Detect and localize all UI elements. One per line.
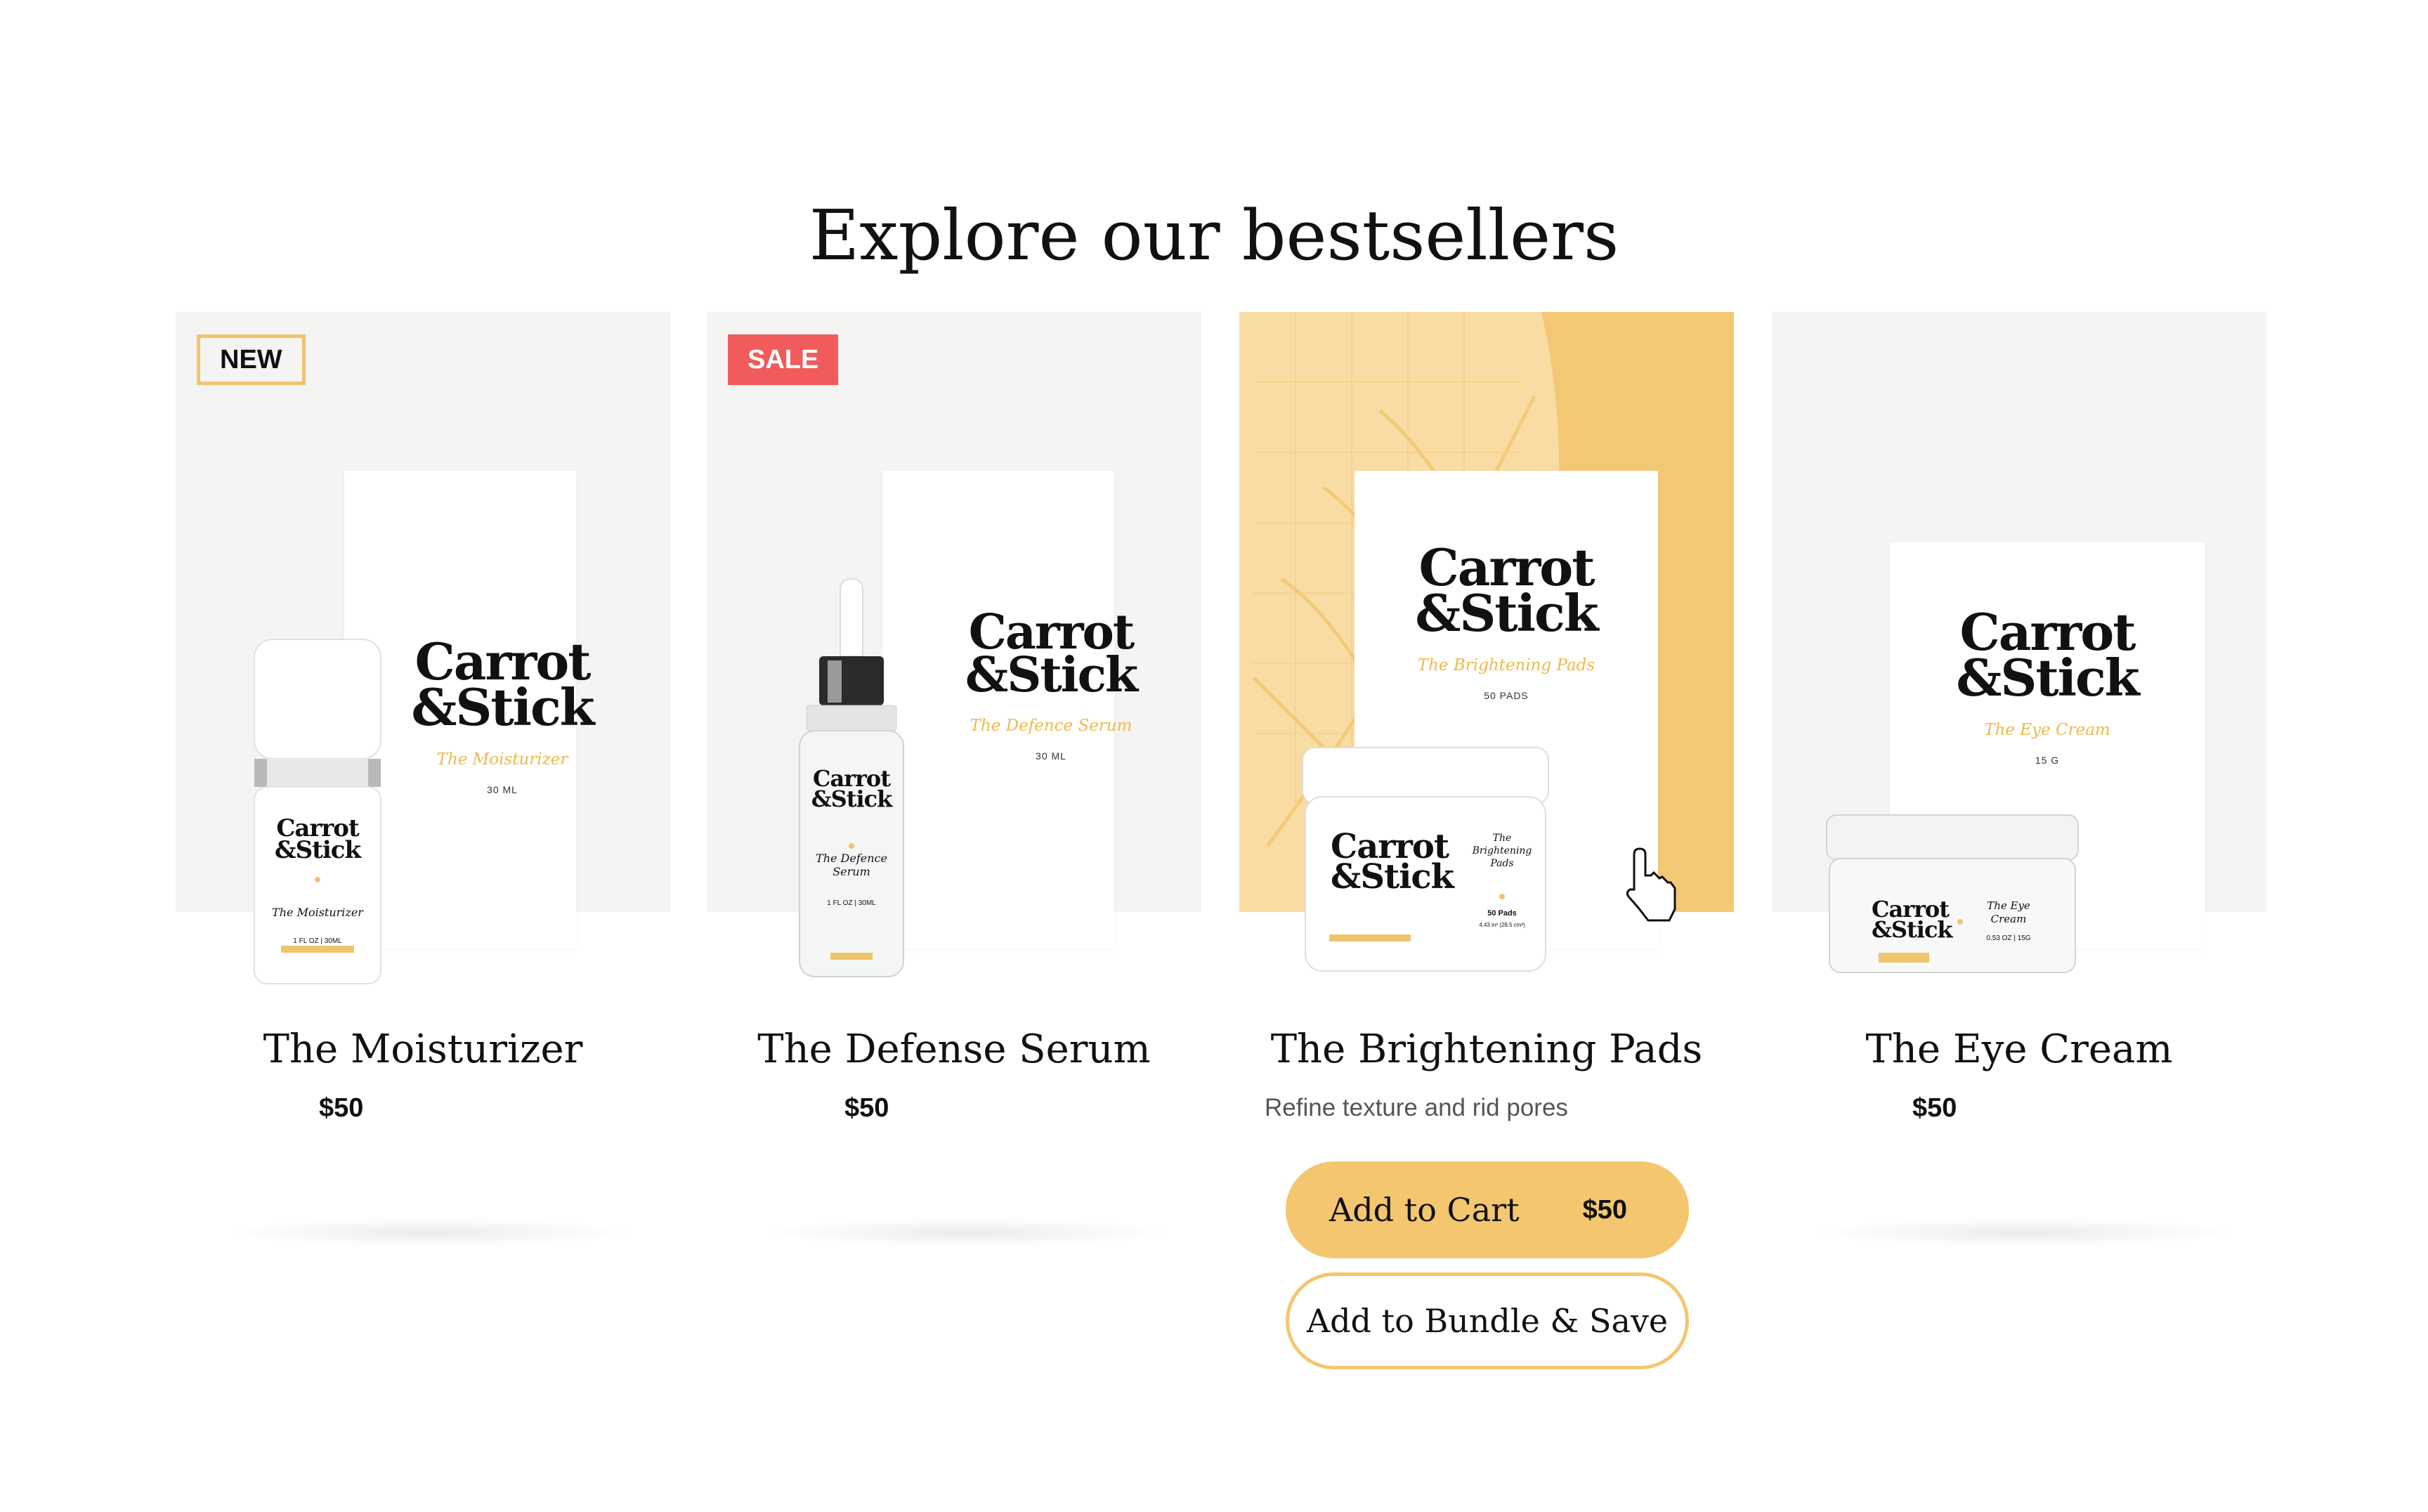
add-to-cart-price: $50 (1582, 1194, 1627, 1225)
product-price: $50 (844, 1093, 889, 1123)
bottle-label: Carrot &Stick The Moisturizer 1 FL OZ | 3… (254, 814, 381, 946)
product-price: $50 (1912, 1093, 1957, 1123)
brightening-pads-jar (1302, 747, 1676, 972)
product-shadow (1814, 1218, 2236, 1246)
product-description: Refine texture and rid pores (1265, 1094, 1568, 1121)
product-card-brightening-pads[interactable]: Carrot &Stick The Brightening Pads 50 PAD… (1239, 312, 1734, 1408)
bottle-brand-logo: Carrot &Stick (274, 814, 361, 864)
bottle-product-label: The Defence Serum (816, 851, 887, 878)
badge-new: NEW (197, 334, 306, 385)
add-to-cart-label: Add to Cart (1329, 1191, 1520, 1229)
jar-count: 50 Pads (1487, 909, 1517, 918)
jar-product-label: The Brightening Pads (1472, 833, 1532, 869)
bottle-brand-logo: Carrot &Stick (811, 765, 893, 812)
section-title: Explore our bestsellers (809, 195, 1619, 276)
product-name[interactable]: The Eye Cream (1772, 1022, 2266, 1078)
product-card-defense-serum[interactable]: Carrot &Stick The Defence Serum 30 ML Car… (707, 312, 1201, 1408)
product-name[interactable]: The Brightening Pads (1239, 1022, 1734, 1078)
jar-brand-logo: Carrot &Stick (1331, 827, 1454, 897)
moisturizer-bottle (254, 639, 381, 984)
jar-size: 0.53 OZ | 15G (1986, 934, 2031, 942)
add-to-bundle-label: Add to Bundle & Save (1306, 1302, 1669, 1340)
product-name[interactable]: The Defense Serum (707, 1022, 1201, 1078)
badge-sale: SALE (728, 334, 839, 385)
product-name[interactable]: The Moisturizer (176, 1022, 670, 1078)
product-card-eye-cream[interactable]: Carrot &Stick The Eye Cream 15 G Carrot &S… (1772, 312, 2266, 1408)
bottle-size: 1 FL OZ | 30ML (827, 899, 876, 907)
product-shadow (763, 1218, 1170, 1246)
product-price: $50 (319, 1093, 364, 1123)
product-card-moisturizer[interactable]: Carrot &Stick The Moisturizer 30 ML Carro… (176, 312, 670, 1408)
jar-size: 4.43 in² (28.5 cm²) (1479, 922, 1525, 928)
eye-cream-jar (1826, 814, 2079, 973)
product-shadow (225, 1218, 632, 1246)
add-to-bundle-button[interactable]: Add to Bundle & Save (1286, 1272, 1689, 1369)
add-to-cart-button[interactable]: Add to Cart $50 (1286, 1161, 1689, 1258)
bottle-size: 1 FL OZ | 30ML (293, 937, 342, 946)
jar-product-label: The Eye Cream (1987, 899, 2030, 925)
serum-dropper-bottle (799, 578, 904, 977)
bottle-label: Carrot &Stick The Defence Serum 1 FL OZ |… (799, 765, 903, 907)
bottle-product-label: The Moisturizer (272, 906, 363, 920)
jar-brand-logo: Carrot &Stick (1872, 896, 1953, 943)
